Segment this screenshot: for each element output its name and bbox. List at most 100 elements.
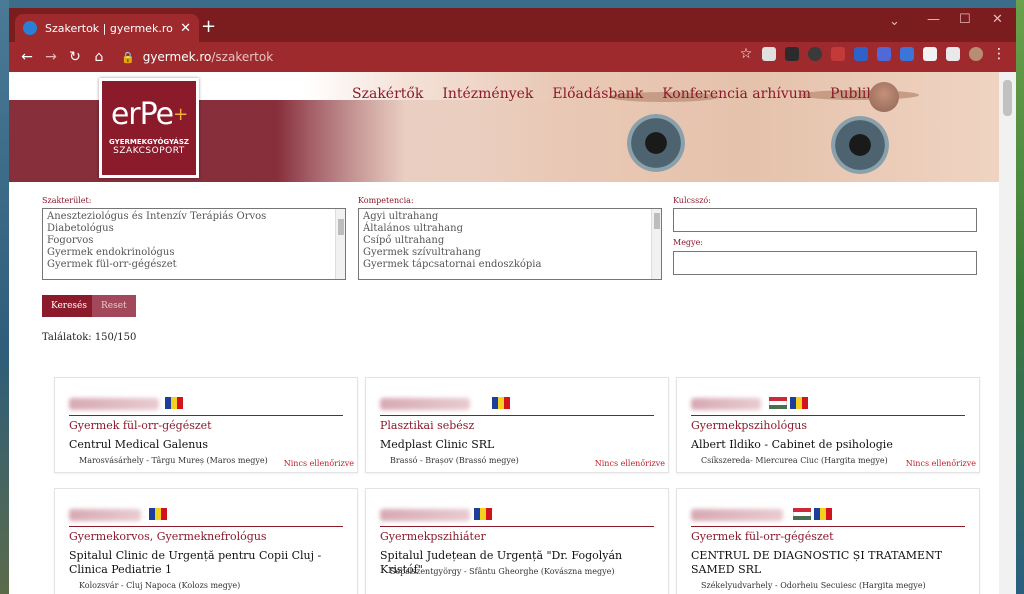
extension-8-icon[interactable] xyxy=(923,47,937,61)
home-button[interactable]: ⌂ xyxy=(87,49,111,65)
expert-card[interactable]: Gyermekorvos, Gyermeknefrológus Spitalul… xyxy=(54,488,358,594)
expert-name-blurred xyxy=(380,509,470,521)
expert-name-blurred xyxy=(691,398,761,410)
card-institution: Centrul Medical Galenus xyxy=(69,438,209,451)
expert-name-blurred xyxy=(691,509,783,521)
szakterulet-option[interactable]: Diabetológus xyxy=(47,223,341,235)
szakterulet-scrollbar[interactable] xyxy=(335,209,345,279)
romanian-flag-icon xyxy=(165,397,183,409)
chevron-down-icon[interactable]: ⌄ xyxy=(889,14,900,29)
szakterulet-option[interactable]: Gyermek endokrinológus xyxy=(47,247,341,259)
nav-item-intezmenyek[interactable]: Intézmények xyxy=(442,86,533,102)
nav-item-konferencia-arhivum[interactable]: Konferencia arhívum xyxy=(662,86,811,102)
kompetencia-listbox[interactable]: Agyi ultrahang Általános ultrahang Csípő… xyxy=(358,208,662,280)
hero-eye-right xyxy=(831,116,889,174)
szakterulet-scroll-thumb[interactable] xyxy=(338,219,344,235)
desktop-background-left xyxy=(0,0,9,594)
back-button[interactable]: ← xyxy=(15,49,39,65)
extension-5-icon[interactable] xyxy=(854,47,868,61)
card-institution: Spitalul Clinic de Urgență pentru Copii … xyxy=(69,549,322,576)
results-count: Találatok: 150/150 xyxy=(42,332,137,343)
browser-tab[interactable]: Szakertok | gyermek.ro ✕ xyxy=(15,14,199,42)
card-institution: CENTRUL DE DIAGNOSTIC ȘI TRATAMENT SAMED… xyxy=(691,549,943,576)
card-institution: Albert Ildiko - Cabinet de psihologie xyxy=(691,438,893,451)
extension-2-icon[interactable] xyxy=(785,47,799,61)
close-window-button[interactable]: ✕ xyxy=(992,12,1003,27)
hungarian-flag-icon xyxy=(793,508,811,520)
flags xyxy=(769,397,808,409)
extensions-area: ☆ ⋮ xyxy=(739,47,1006,61)
expert-card[interactable]: Gyermek fül-orr-gégészet Centrul Medical… xyxy=(54,377,358,473)
card-divider xyxy=(380,415,654,416)
card-divider xyxy=(69,415,343,416)
romanian-flag-icon xyxy=(814,508,832,520)
szakterulet-option[interactable]: Gyermek fül-orr-gégészet xyxy=(47,259,341,271)
card-divider xyxy=(69,526,343,527)
extension-3-icon[interactable] xyxy=(808,47,822,61)
kompetencia-label: Kompetencia: xyxy=(358,196,414,205)
expert-name-blurred xyxy=(69,398,159,410)
browser-menu-icon[interactable]: ⋮ xyxy=(992,47,1006,61)
romanian-flag-icon xyxy=(474,508,492,520)
megye-input[interactable] xyxy=(673,251,977,275)
kompetencia-option[interactable]: Agyi ultrahang xyxy=(363,211,657,223)
extension-1-icon[interactable] xyxy=(762,47,776,61)
card-specialty: Gyermekpszihiáter xyxy=(380,530,486,543)
card-specialty: Gyermekorvos, Gyermeknefrológus xyxy=(69,530,267,543)
expert-name-blurred xyxy=(69,509,141,521)
nav-item-eloadasbank[interactable]: Előadásbank xyxy=(552,86,643,102)
page-scroll-thumb[interactable] xyxy=(1003,80,1012,116)
tab-close-icon[interactable]: ✕ xyxy=(180,21,191,36)
search-button[interactable]: Keresés xyxy=(42,295,96,317)
browser-window: Szakertok | gyermek.ro ✕ + ⌄ — ☐ ✕ ← → ↻… xyxy=(9,8,1016,594)
szakterulet-listbox[interactable]: Aneszteziológus és Intenzív Terápiás Orv… xyxy=(42,208,346,280)
site-logo[interactable]: erPe+ GYERMEKGYÓGYÁSZ SZAKCSOPORT xyxy=(99,78,199,178)
site-favicon-icon xyxy=(23,21,37,35)
kompetencia-option[interactable]: Gyermek tápcsatornai endoszkópia xyxy=(363,259,657,271)
card-status: Nincs ellenőrizve xyxy=(283,459,354,468)
romanian-flag-icon xyxy=(149,508,167,520)
browser-toolbar: ← → ↻ ⌂ 🔒 gyermek.ro /szakertok ☆ ⋮ xyxy=(9,42,1016,72)
kompetencia-scroll-thumb[interactable] xyxy=(654,213,660,229)
expert-card[interactable]: Gyermek fül-orr-gégészet CENTRUL DE DIAG… xyxy=(676,488,980,594)
kulcsszo-input[interactable] xyxy=(673,208,977,232)
extension-6-icon[interactable] xyxy=(877,47,891,61)
szakterulet-option[interactable]: Aneszteziológus és Intenzív Terápiás Orv… xyxy=(47,211,341,223)
desktop-background-right xyxy=(1016,0,1024,594)
logo-line-2: SZAKCSOPORT xyxy=(113,146,185,156)
reset-button[interactable]: Reset xyxy=(92,295,136,317)
user-avatar[interactable] xyxy=(869,82,899,112)
kompetencia-option[interactable]: Általános ultrahang xyxy=(363,223,657,235)
extension-7-icon[interactable] xyxy=(900,47,914,61)
page-content: erPe+ GYERMEKGYÓGYÁSZ SZAKCSOPORT Szakér… xyxy=(9,72,999,594)
tab-title: Szakertok | gyermek.ro xyxy=(45,21,173,35)
flags xyxy=(149,508,167,520)
expert-card[interactable]: Gyermekpszihiáter Spitalul Județean de U… xyxy=(365,488,669,594)
address-bar[interactable]: 🔒 gyermek.ro /szakertok xyxy=(121,45,751,69)
reload-button[interactable]: ↻ xyxy=(63,49,87,65)
kompetencia-option[interactable]: Gyermek szívultrahang xyxy=(363,247,657,259)
new-tab-button[interactable]: + xyxy=(201,16,216,37)
kompetencia-option[interactable]: Csípő ultrahang xyxy=(363,235,657,247)
card-institution: Medplast Clinic SRL xyxy=(380,438,495,451)
minimize-button[interactable]: — xyxy=(927,12,940,27)
extension-4-icon[interactable] xyxy=(831,47,845,61)
szakterulet-option[interactable]: Fogorvos xyxy=(47,235,341,247)
card-status: Nincs ellenőrizve xyxy=(905,459,976,468)
bookmark-star-icon[interactable]: ☆ xyxy=(739,47,753,61)
puzzle-icon[interactable] xyxy=(946,47,960,61)
expert-card[interactable]: Gyermekpszihológus Albert Ildiko - Cabin… xyxy=(676,377,980,473)
card-location: Kolozsvár - Cluj Napoca (Kolozs megye) xyxy=(79,581,241,590)
browser-titlebar: Szakertok | gyermek.ro ✕ + ⌄ — ☐ ✕ xyxy=(9,8,1016,42)
card-specialty: Gyermekpszihológus xyxy=(691,419,807,432)
profile-avatar-icon[interactable] xyxy=(969,47,983,61)
page-scrollbar[interactable] xyxy=(999,72,1016,594)
nav-item-szakertok[interactable]: Szakértők xyxy=(352,86,423,102)
szakterulet-label: Szakterület: xyxy=(42,196,92,205)
card-location: Csíkszereda- Miercurea Ciuc (Hargita meg… xyxy=(701,456,888,465)
flags xyxy=(793,508,832,520)
maximize-button[interactable]: ☐ xyxy=(959,12,971,27)
forward-button[interactable]: → xyxy=(39,49,63,65)
kompetencia-scrollbar[interactable] xyxy=(651,209,661,279)
expert-card[interactable]: Plasztikai sebész Medplast Clinic SRL Br… xyxy=(365,377,669,473)
